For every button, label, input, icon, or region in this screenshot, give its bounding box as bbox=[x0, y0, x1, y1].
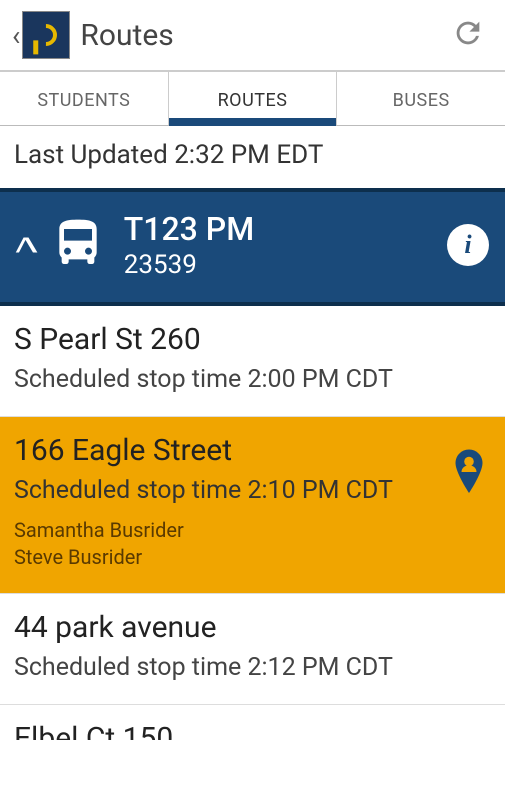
stop-name: S Pearl St 260 bbox=[14, 322, 491, 357]
tab-students[interactable]: STUDENTS bbox=[0, 72, 169, 125]
tab-buses[interactable]: BUSES bbox=[337, 72, 505, 125]
stop-row[interactable]: 44 park avenue Scheduled stop time 2:12 … bbox=[0, 594, 505, 705]
passenger-name: Steve Busrider bbox=[14, 544, 491, 571]
stop-name: 166 Eagle Street bbox=[14, 433, 491, 468]
route-name: T123 PM bbox=[124, 210, 447, 248]
app-header: ‹ Routes bbox=[0, 0, 505, 72]
route-header[interactable]: /\ T123 PM 23539 i bbox=[0, 188, 505, 306]
stop-row-partial[interactable]: Elbel Ct 150 bbox=[0, 705, 505, 740]
info-button[interactable]: i bbox=[447, 224, 489, 266]
tab-bar: STUDENTS ROUTES BUSES bbox=[0, 72, 505, 126]
info-icon: i bbox=[464, 230, 471, 260]
stop-row-current[interactable]: 166 Eagle Street Scheduled stop time 2:1… bbox=[0, 417, 505, 594]
stop-scheduled-time: Scheduled stop time 2:12 PM CDT bbox=[14, 653, 491, 682]
passenger-name: Samantha Busrider bbox=[14, 517, 491, 544]
collapse-chevron-icon[interactable]: /\ bbox=[16, 234, 50, 257]
page-title: Routes bbox=[80, 18, 443, 53]
route-number: 23539 bbox=[124, 250, 447, 280]
app-logo-icon[interactable] bbox=[22, 11, 70, 59]
stop-name: 44 park avenue bbox=[14, 610, 491, 645]
stop-scheduled-time: Scheduled stop time 2:00 PM CDT bbox=[14, 365, 491, 394]
stop-row[interactable]: S Pearl St 260 Scheduled stop time 2:00 … bbox=[0, 306, 505, 417]
bus-icon bbox=[50, 215, 106, 275]
location-marker-icon bbox=[451, 449, 487, 505]
route-text: T123 PM 23539 bbox=[124, 210, 447, 280]
back-chevron-icon[interactable]: ‹ bbox=[12, 19, 22, 52]
passenger-list: Samantha Busrider Steve Busrider bbox=[14, 517, 491, 571]
refresh-button[interactable] bbox=[443, 8, 493, 62]
last-updated-text: Last Updated 2:32 PM EDT bbox=[0, 126, 505, 188]
tab-routes[interactable]: ROUTES bbox=[169, 72, 338, 125]
stop-scheduled-time: Scheduled stop time 2:10 PM CDT bbox=[14, 476, 491, 505]
refresh-icon bbox=[451, 16, 485, 50]
